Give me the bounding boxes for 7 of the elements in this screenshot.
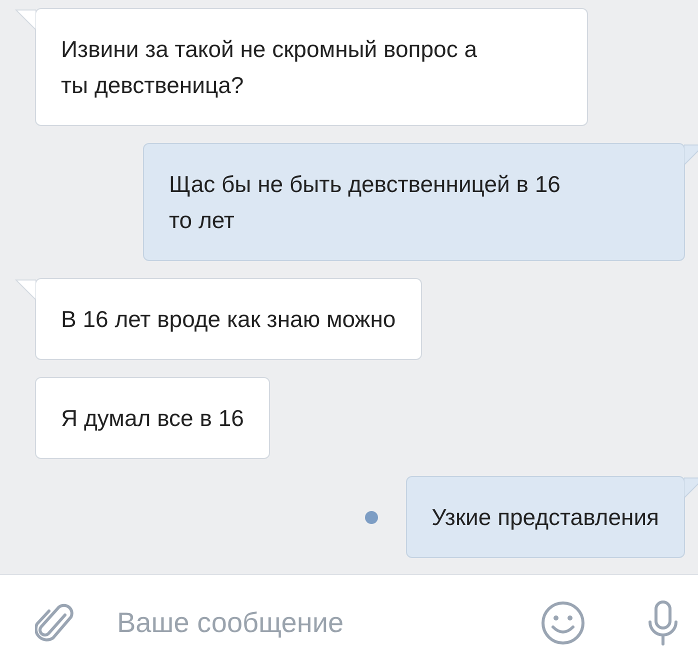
message-bubble: Извини за такой не скромный вопрос а ты девственица? (35, 8, 588, 126)
message-bubble: Щас бы не быть девственницей в 16 то лет (143, 143, 685, 261)
message-bubble: В 16 лет вроде как знаю можно (35, 278, 422, 360)
message-bubble: Я думал все в 16 (35, 377, 270, 459)
microphone-icon[interactable] (646, 600, 680, 646)
message-bubble: Узкие представления (406, 476, 685, 558)
emoji-icon[interactable] (540, 600, 586, 646)
